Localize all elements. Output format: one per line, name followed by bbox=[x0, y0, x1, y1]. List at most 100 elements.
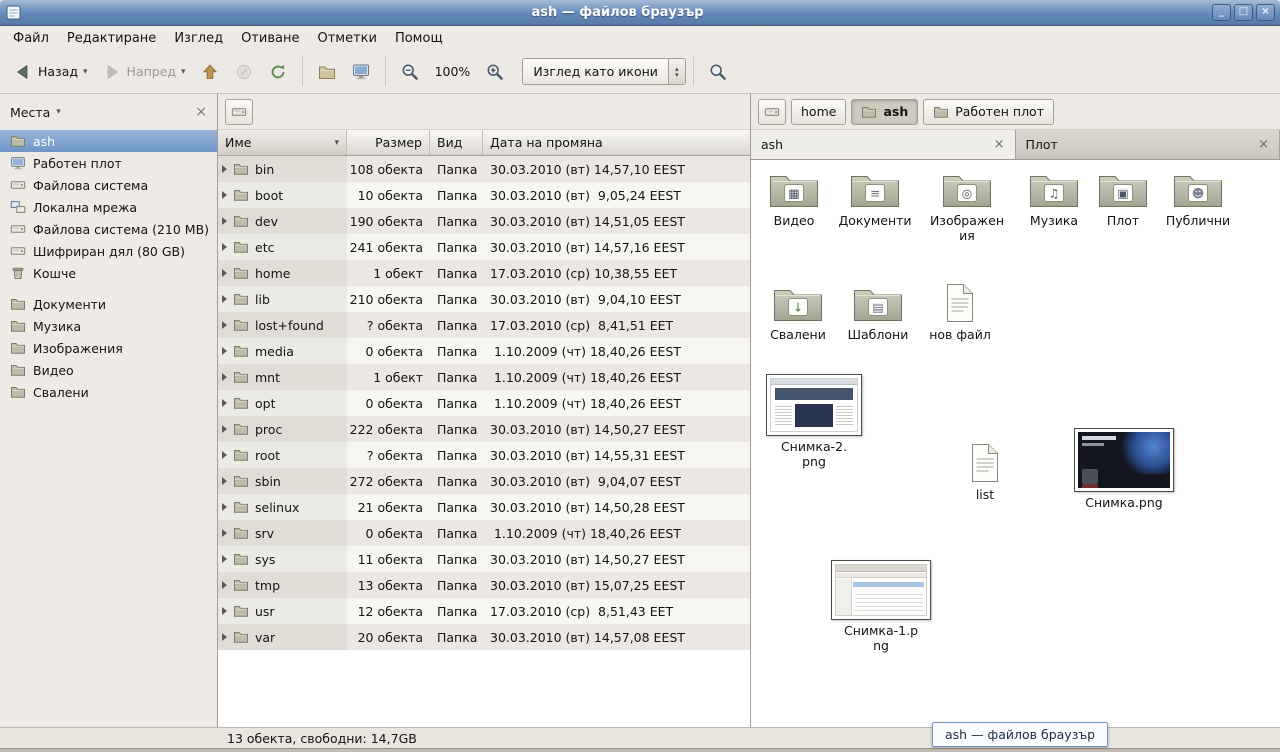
icon-documents[interactable]: ≡Документи bbox=[833, 168, 917, 228]
icon-templates[interactable]: ▤Шаблони bbox=[841, 282, 915, 342]
reload-button[interactable] bbox=[261, 57, 295, 87]
sidebar-item-filesystem[interactable]: Файлова система bbox=[0, 174, 217, 196]
table-row[interactable]: dev190 обектаПапка30.03.2010 (вт) 14,51,… bbox=[218, 208, 750, 234]
expander-icon[interactable] bbox=[222, 321, 227, 329]
zoom-in-button[interactable] bbox=[478, 57, 512, 87]
icon-snimka-2[interactable]: Снимка-2.png bbox=[777, 374, 851, 469]
tab-close-icon[interactable]: × bbox=[994, 138, 1005, 151]
icon-music[interactable]: ♫Музика bbox=[1019, 168, 1089, 228]
icon-snimka-1[interactable]: Снимка-1.png bbox=[843, 560, 919, 653]
sidebar-item-video[interactable]: Видео bbox=[0, 359, 217, 381]
table-row[interactable]: tmp13 обектаПапка30.03.2010 (вт) 15,07,2… bbox=[218, 572, 750, 598]
left-pane-root-button[interactable] bbox=[225, 99, 253, 125]
sidebar-dropdown-icon[interactable]: ▾ bbox=[56, 107, 61, 117]
expander-icon[interactable] bbox=[222, 269, 227, 277]
expander-icon[interactable] bbox=[222, 191, 227, 199]
column-header-name[interactable]: Име▾ bbox=[218, 130, 347, 155]
table-row[interactable]: opt0 обектаПапка 1.10.2009 (чт) 18,40,26… bbox=[218, 390, 750, 416]
menu-view[interactable]: Изглед bbox=[165, 28, 232, 49]
table-row[interactable]: boot10 обектаПапка30.03.2010 (вт) 9,05,2… bbox=[218, 182, 750, 208]
expander-icon[interactable] bbox=[222, 451, 227, 459]
expander-icon[interactable] bbox=[222, 347, 227, 355]
sidebar-item-downloads[interactable]: Свалени bbox=[0, 381, 217, 403]
close-button[interactable]: × bbox=[1256, 4, 1275, 21]
table-row[interactable]: srv0 обектаПапка 1.10.2009 (чт) 18,40,26… bbox=[218, 520, 750, 546]
table-row[interactable]: sys11 обектаПапка30.03.2010 (вт) 14,50,2… bbox=[218, 546, 750, 572]
expander-icon[interactable] bbox=[222, 165, 227, 173]
expander-icon[interactable] bbox=[222, 295, 227, 303]
icon-video[interactable]: ▦Видео bbox=[761, 168, 827, 228]
maximize-button[interactable]: □ bbox=[1234, 4, 1253, 21]
sidebar-item-network[interactable]: Локална мрежа bbox=[0, 196, 217, 218]
expander-icon[interactable] bbox=[222, 243, 227, 251]
path-button-ash[interactable]: ash bbox=[851, 99, 918, 125]
menu-bookmarks[interactable]: Отметки bbox=[308, 28, 385, 49]
icon-new-file[interactable]: нов файл bbox=[927, 282, 993, 342]
minimize-button[interactable]: _ bbox=[1212, 4, 1231, 21]
icon-snimka[interactable]: Снимка.png bbox=[1085, 428, 1163, 510]
computer-button[interactable] bbox=[344, 57, 378, 87]
sidebar-item-encrypted-80gb[interactable]: Шифриран дял (80 GB) bbox=[0, 240, 217, 262]
menu-edit[interactable]: Редактиране bbox=[58, 28, 165, 49]
expander-icon[interactable] bbox=[222, 373, 227, 381]
table-row[interactable]: usr12 обектаПапка17.03.2010 (ср) 8,51,43… bbox=[218, 598, 750, 624]
sidebar-item-pictures[interactable]: Изображения bbox=[0, 337, 217, 359]
path-button-desktop[interactable]: Работен плот bbox=[923, 99, 1054, 125]
menu-help[interactable]: Помощ bbox=[386, 28, 452, 49]
icon-desktop[interactable]: ▣Плот bbox=[1093, 168, 1153, 228]
tab-close-icon[interactable]: × bbox=[1258, 138, 1269, 151]
sidebar-item-filesystem-210mb[interactable]: Файлова система (210 MB) bbox=[0, 218, 217, 240]
up-button[interactable] bbox=[193, 57, 227, 87]
table-row[interactable]: proc222 обектаПапка30.03.2010 (вт) 14,50… bbox=[218, 416, 750, 442]
table-row[interactable]: mnt1 обектПапка 1.10.2009 (чт) 18,40,26 … bbox=[218, 364, 750, 390]
table-row[interactable]: var20 обектаПапка30.03.2010 (вт) 14,57,0… bbox=[218, 624, 750, 650]
table-row[interactable]: lib210 обектаПапка30.03.2010 (вт) 9,04,1… bbox=[218, 286, 750, 312]
sidebar-item-documents[interactable]: Документи bbox=[0, 293, 217, 315]
table-row[interactable]: selinux21 обектаПапка30.03.2010 (вт) 14,… bbox=[218, 494, 750, 520]
column-header-size[interactable]: Размер bbox=[347, 130, 430, 155]
column-header-date[interactable]: Дата на промяна bbox=[483, 130, 750, 155]
sidebar-item-music[interactable]: Музика bbox=[0, 315, 217, 337]
table-row[interactable]: root? обектаПапка30.03.2010 (вт) 14,55,3… bbox=[218, 442, 750, 468]
column-header-type[interactable]: Вид bbox=[430, 130, 483, 155]
forward-dropdown-icon[interactable]: ▾ bbox=[181, 67, 186, 77]
tab-plot[interactable]: Плот× bbox=[1016, 130, 1280, 159]
table-row[interactable]: sbin272 обектаПапка30.03.2010 (вт) 9,04,… bbox=[218, 468, 750, 494]
menu-go[interactable]: Отиване bbox=[232, 28, 308, 49]
icon-pictures[interactable]: ◎Изображения bbox=[927, 168, 1007, 243]
expander-icon[interactable] bbox=[222, 581, 227, 589]
icon-public[interactable]: ☻Публични bbox=[1159, 168, 1237, 228]
menu-file[interactable]: Файл bbox=[4, 28, 58, 49]
sidebar-close-icon[interactable]: × bbox=[195, 105, 207, 119]
table-row[interactable]: lost+found? обектаПапка17.03.2010 (ср) 8… bbox=[218, 312, 750, 338]
forward-button[interactable]: Напред▾ bbox=[95, 57, 193, 87]
view-mode-spinner-icon[interactable]: ▴▾ bbox=[668, 59, 685, 84]
tab-ash[interactable]: ash× bbox=[751, 130, 1016, 159]
expander-icon[interactable] bbox=[222, 555, 227, 563]
expander-icon[interactable] bbox=[222, 217, 227, 225]
path-button-root[interactable] bbox=[758, 99, 786, 125]
path-button-home[interactable]: home bbox=[791, 99, 846, 125]
expander-icon[interactable] bbox=[222, 399, 227, 407]
back-dropdown-icon[interactable]: ▾ bbox=[83, 67, 88, 77]
zoom-out-button[interactable] bbox=[393, 57, 427, 87]
expander-icon[interactable] bbox=[222, 425, 227, 433]
expander-icon[interactable] bbox=[222, 477, 227, 485]
back-button[interactable]: Назад▾ bbox=[6, 57, 95, 87]
sidebar-item-ash[interactable]: ash bbox=[0, 130, 217, 152]
icon-downloads[interactable]: ↓Свалени bbox=[763, 282, 833, 342]
expander-icon[interactable] bbox=[222, 633, 227, 641]
view-mode-select[interactable]: Изглед като икони▴▾ bbox=[522, 58, 686, 85]
sidebar-item-trash[interactable]: Кошче bbox=[0, 262, 217, 284]
stop-button[interactable] bbox=[227, 57, 261, 87]
table-row[interactable]: bin108 обектаПапка30.03.2010 (вт) 14,57,… bbox=[218, 156, 750, 182]
home-button[interactable] bbox=[310, 57, 344, 87]
icon-list[interactable]: list bbox=[957, 442, 1013, 502]
table-row[interactable]: media0 обектаПапка 1.10.2009 (чт) 18,40,… bbox=[218, 338, 750, 364]
sidebar-item-desktop[interactable]: Работен плот bbox=[0, 152, 217, 174]
expander-icon[interactable] bbox=[222, 529, 227, 537]
table-row[interactable]: etc241 обектаПапка30.03.2010 (вт) 14,57,… bbox=[218, 234, 750, 260]
table-row[interactable]: home1 обектПапка17.03.2010 (ср) 10,38,55… bbox=[218, 260, 750, 286]
expander-icon[interactable] bbox=[222, 503, 227, 511]
search-button[interactable] bbox=[701, 57, 735, 87]
